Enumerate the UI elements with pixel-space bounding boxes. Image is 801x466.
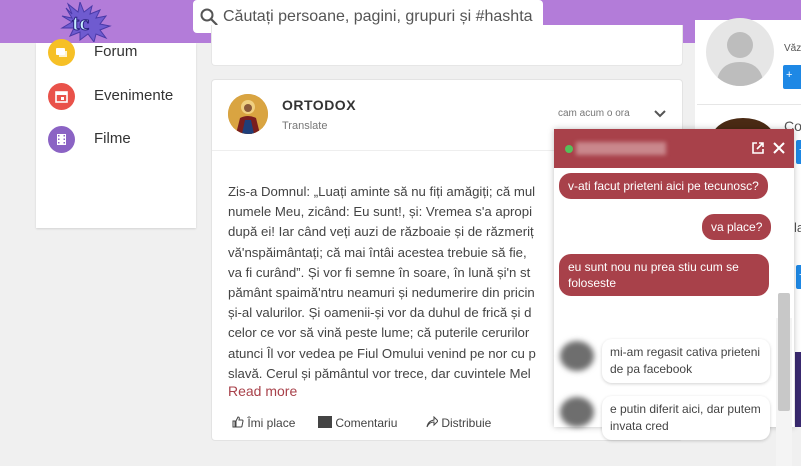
chat-scrollbar[interactable] [778, 293, 790, 411]
sidebar-item-filme[interactable]: Filme [48, 126, 196, 154]
sidebar-item-label: Evenimente [94, 87, 174, 104]
divider [697, 104, 801, 105]
chat-messages: v-ati facut prieteni aici pe tecunosc? v… [554, 168, 794, 466]
share-icon [426, 415, 439, 428]
chat-contact-name-blurred [576, 142, 666, 155]
share-label: Distribuie [441, 416, 492, 430]
expand-icon[interactable] [751, 141, 765, 155]
add-friend-button[interactable]: + [796, 140, 801, 164]
chat-message-outgoing: va place? [702, 214, 772, 240]
film-icon [48, 126, 75, 153]
chat-contact-avatar [560, 341, 594, 371]
comment-icon [318, 416, 332, 428]
post-timestamp: cam acum o ora [558, 108, 630, 119]
post-author-avatar[interactable] [228, 94, 268, 134]
add-friend-button[interactable]: + [783, 65, 801, 89]
thumbs-up-icon [232, 416, 244, 428]
sidebar-item-forum[interactable]: Forum [48, 39, 196, 67]
comment-label: Comentariu [335, 416, 398, 430]
comment-button[interactable]: Comentariu [318, 416, 397, 430]
suggestion-name[interactable]: la [794, 220, 801, 235]
calendar-icon [48, 83, 75, 110]
translate-link[interactable]: Translate [282, 120, 327, 132]
add-friend-button[interactable]: + [796, 265, 801, 289]
suggestion-image [795, 352, 801, 427]
close-icon[interactable] [772, 141, 786, 155]
chat-message-incoming: e putin diferit aici, dar putem invata c… [602, 396, 770, 440]
read-more-link[interactable]: Read more [228, 383, 297, 399]
add-friend-label: + [786, 69, 793, 81]
previous-post-footer [211, 25, 683, 66]
chat-message-incoming: mi-am regasit cativa prieteni de pa face… [602, 339, 770, 383]
sidebar-item-label: Filme [94, 130, 131, 147]
search-icon [200, 8, 218, 26]
site-logo[interactable]: tc [58, 0, 124, 44]
online-status-icon [565, 145, 573, 153]
chevron-down-icon[interactable] [653, 107, 667, 121]
chat-window: v-ati facut prieteni aici pe tecunosc? v… [554, 129, 794, 466]
like-button[interactable]: Îmi place [232, 416, 295, 430]
sidebar-item-label: Forum [94, 43, 138, 60]
sidebar-item-evenimente[interactable]: Evenimente [48, 83, 196, 111]
chat-header[interactable] [554, 129, 794, 168]
forum-icon [48, 39, 75, 66]
chat-message-outgoing: v-ati facut prieteni aici pe tecunosc? [559, 173, 768, 199]
left-sidebar: Forum Evenimente Filme [36, 39, 196, 228]
user-placeholder-icon [716, 32, 764, 86]
share-button[interactable]: Distribuie [426, 415, 492, 430]
chat-message-outgoing: eu sunt nou nu prea stiu cum se folosest… [559, 254, 769, 296]
suggestion-name[interactable]: Văz [784, 43, 801, 54]
suggestion-avatar[interactable] [706, 18, 774, 86]
chat-contact-avatar [560, 397, 594, 427]
logo-text: tc [72, 10, 89, 35]
like-label: Îmi place [247, 416, 296, 430]
post-author-name[interactable]: ORTODOX [282, 97, 356, 113]
